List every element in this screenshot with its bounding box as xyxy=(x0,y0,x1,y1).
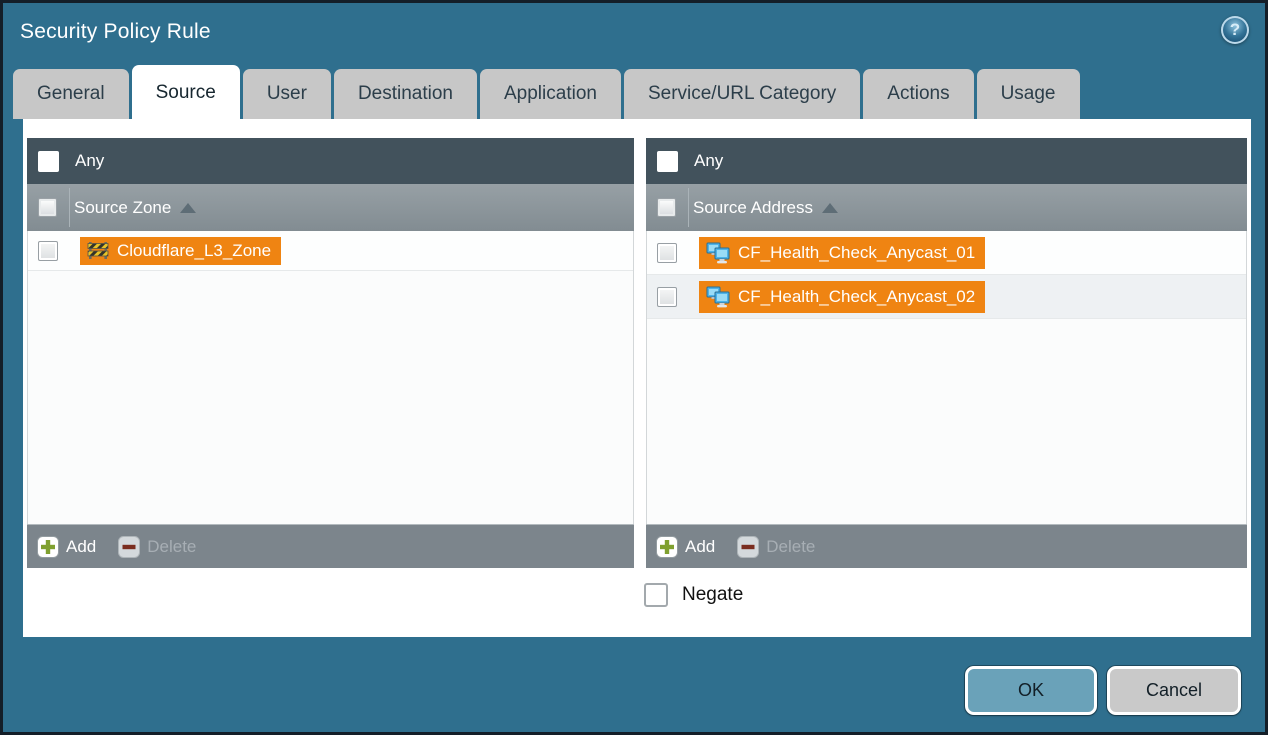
delete-icon xyxy=(118,536,140,558)
address-add-button[interactable]: Add xyxy=(656,536,715,558)
address-row-1[interactable]: CF_Health_Check_Anycast_01 xyxy=(647,231,1246,275)
zone-icon xyxy=(87,241,109,260)
zone-delete-button[interactable]: Delete xyxy=(118,536,196,558)
zone-column-header[interactable]: Source Zone xyxy=(27,184,634,231)
sort-ascending-icon xyxy=(822,203,838,213)
delete-icon xyxy=(737,536,759,558)
address-column-header[interactable]: Source Address xyxy=(646,184,1247,231)
tab-service-url-category[interactable]: Service/URL Category xyxy=(624,69,860,119)
ok-button[interactable]: OK xyxy=(965,666,1097,715)
zone-row-chip[interactable]: Cloudflare_L3_Zone xyxy=(80,237,281,265)
zone-select-all-checkbox[interactable] xyxy=(38,198,57,217)
address-add-label: Add xyxy=(685,537,715,557)
address-row-chip[interactable]: CF_Health_Check_Anycast_01 xyxy=(699,237,985,269)
dialog-content: Any Source Zone xyxy=(23,119,1251,637)
tab-general[interactable]: General xyxy=(13,69,129,119)
tab-usage[interactable]: Usage xyxy=(977,69,1080,119)
negate-row: Negate xyxy=(644,583,743,607)
address-row-checkbox[interactable] xyxy=(657,287,677,307)
address-any-label: Any xyxy=(694,151,723,171)
address-any-checkbox[interactable] xyxy=(657,151,678,172)
address-row-checkbox[interactable] xyxy=(657,243,677,263)
address-delete-button[interactable]: Delete xyxy=(737,536,815,558)
zone-delete-label: Delete xyxy=(147,537,196,557)
zone-row-checkbox[interactable] xyxy=(38,241,58,261)
tab-application[interactable]: Application xyxy=(480,69,621,119)
zone-add-label: Add xyxy=(66,537,96,557)
dialog-title: Security Policy Rule xyxy=(20,20,211,44)
add-icon xyxy=(656,536,678,558)
column-separator xyxy=(688,188,689,227)
zone-list: Cloudflare_L3_Zone xyxy=(27,231,634,524)
address-row-label: CF_Health_Check_Anycast_02 xyxy=(738,287,975,307)
tab-user[interactable]: User xyxy=(243,69,331,119)
zone-footer: Add Delete xyxy=(27,524,634,568)
negate-checkbox[interactable] xyxy=(644,583,668,607)
zone-any-checkbox[interactable] xyxy=(38,151,59,172)
zone-add-button[interactable]: Add xyxy=(37,536,96,558)
address-row-label: CF_Health_Check_Anycast_01 xyxy=(738,243,975,263)
address-list: CF_Health_Check_Anycast_01 xyxy=(646,231,1247,524)
help-icon[interactable]: ? xyxy=(1221,16,1249,44)
zone-row[interactable]: Cloudflare_L3_Zone xyxy=(28,231,633,271)
tab-actions[interactable]: Actions xyxy=(863,69,973,119)
address-any-row: Any xyxy=(646,138,1247,184)
negate-label: Negate xyxy=(682,584,743,606)
address-select-all-checkbox[interactable] xyxy=(657,198,676,217)
tab-source[interactable]: Source xyxy=(132,65,240,121)
address-icon xyxy=(706,286,730,308)
source-zone-panel: Any Source Zone xyxy=(27,138,634,568)
address-column-title: Source Address xyxy=(693,198,813,218)
tab-bar: General Source User Destination Applicat… xyxy=(13,69,1080,119)
tab-destination[interactable]: Destination xyxy=(334,69,477,119)
sort-ascending-icon xyxy=(180,203,196,213)
source-address-panel: Any Source Address xyxy=(646,138,1247,568)
address-row-chip[interactable]: CF_Health_Check_Anycast_02 xyxy=(699,281,985,313)
address-icon xyxy=(706,242,730,264)
zone-row-label: Cloudflare_L3_Zone xyxy=(117,241,271,261)
address-delete-label: Delete xyxy=(766,537,815,557)
dialog-titlebar: Security Policy Rule ? xyxy=(3,3,1265,65)
security-policy-rule-dialog: Security Policy Rule ? General Source Us… xyxy=(0,0,1268,735)
address-footer: Add Delete xyxy=(646,524,1247,568)
zone-column-title: Source Zone xyxy=(74,198,171,218)
address-row-2[interactable]: CF_Health_Check_Anycast_02 xyxy=(647,275,1246,319)
zone-any-row: Any xyxy=(27,138,634,184)
cancel-button[interactable]: Cancel xyxy=(1107,666,1241,715)
column-separator xyxy=(69,188,70,227)
add-icon xyxy=(37,536,59,558)
zone-any-label: Any xyxy=(75,151,104,171)
